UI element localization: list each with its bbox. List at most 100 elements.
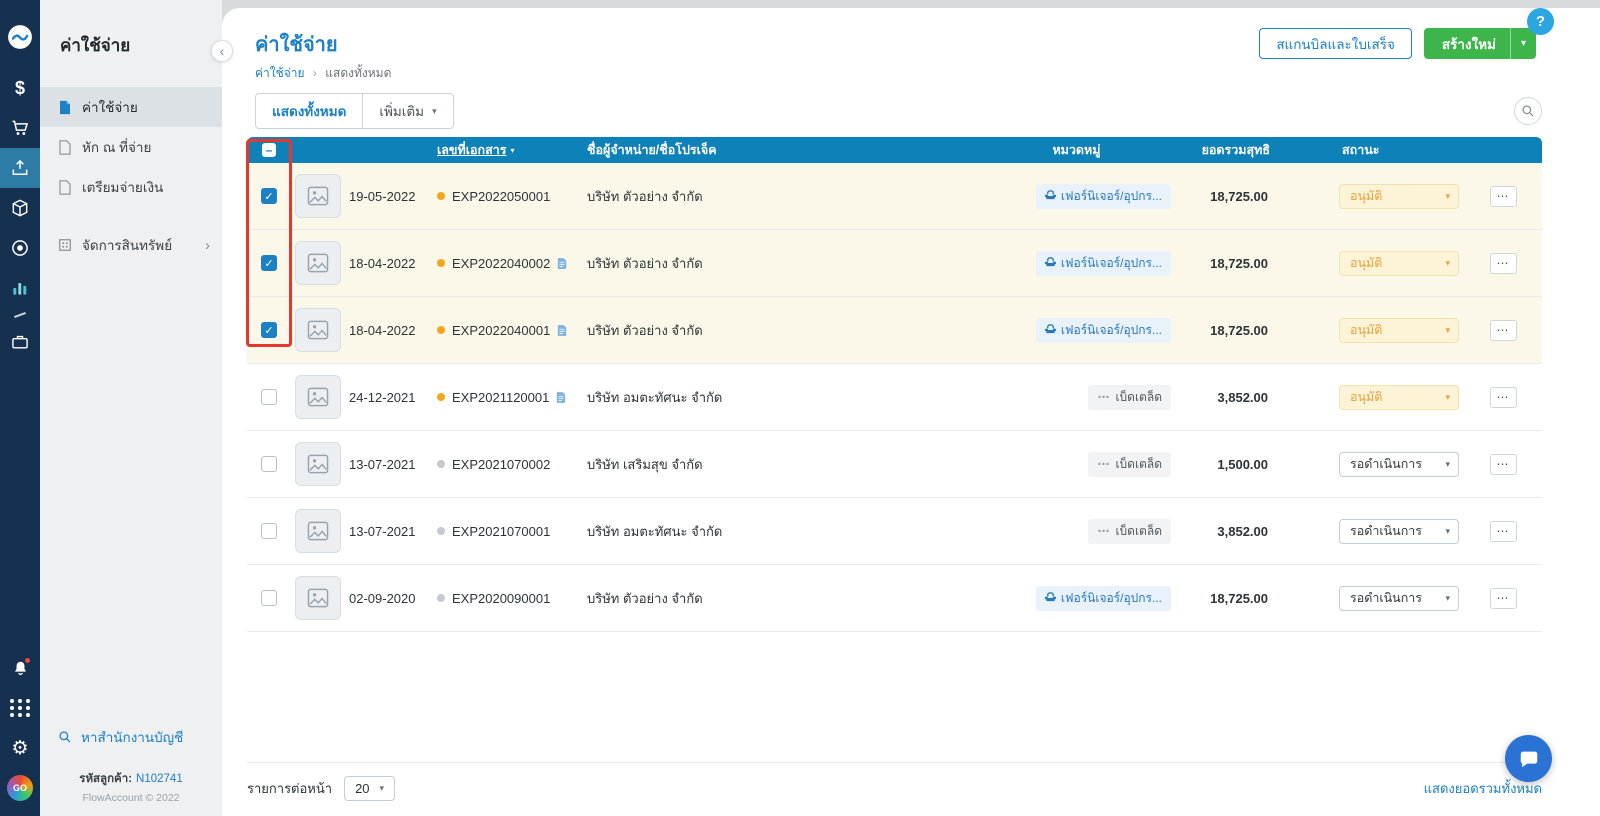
receipt-image-placeholder[interactable] (295, 576, 341, 620)
row-more-button[interactable]: ⋯ (1489, 453, 1517, 475)
row-more-button[interactable]: ⋯ (1489, 185, 1517, 207)
row-checkbox[interactable]: ✓ (261, 322, 277, 338)
status-select[interactable]: อนุมัติ ▾ (1339, 317, 1459, 343)
sidebar-item-asset-management[interactable]: จัดการสินทรัพย์ › (40, 225, 222, 265)
table-row[interactable]: 13-07-2021 EXP2021070002 บริษัท เสริมสุข… (247, 431, 1542, 498)
breadcrumb-root[interactable]: ค่าใช้จ่าย (255, 66, 305, 80)
contacts-icon[interactable] (0, 228, 40, 268)
table-row[interactable]: 13-07-2021 EXP2021070001 บริษัท อมตะทัศน… (247, 498, 1542, 565)
document-number[interactable]: EXP2021120001 (452, 390, 549, 405)
category-chip[interactable]: ⋯ เบ็ดเตล็ด (1088, 518, 1171, 544)
category-label: เฟอร์นิเจอร์/อุปกร... (1060, 590, 1162, 605)
row-more-button[interactable]: ⋯ (1489, 587, 1517, 609)
chevron-down-icon: ▾ (1445, 592, 1450, 603)
payroll-briefcase-icon[interactable] (0, 322, 40, 362)
per-page-select[interactable]: 20 ▾ (344, 776, 396, 801)
row-checkbox[interactable]: ✓ (261, 255, 277, 271)
chevron-down-icon: ▾ (1445, 190, 1450, 201)
category-label: เฟอร์นิเจอร์/อุปกร... (1060, 322, 1162, 337)
sales-icon[interactable]: $ (0, 68, 40, 108)
row-checkbox[interactable] (261, 456, 277, 472)
reports-chart-icon[interactable] (0, 268, 40, 308)
category-chip[interactable]: ⋯ เฟอร์นิเจอร์/อุปกร... (1035, 317, 1171, 343)
chat-button[interactable] (1505, 735, 1552, 782)
status-label: อนุมัติ (1350, 323, 1383, 337)
status-select[interactable]: อนุมัติ ▾ (1339, 250, 1459, 276)
receipt-image-placeholder[interactable] (295, 308, 341, 352)
content-card: ค่าใช้จ่าย ค่าใช้จ่าย › แสดงทั้งหมด สแกน… (222, 8, 1600, 816)
sidebar-item-payment-prep[interactable]: เตรียมจ่ายเงิน (40, 167, 222, 207)
customer-code: รหัสลูกค้า: N102741 (79, 773, 183, 785)
table-row[interactable]: ✓ 19-05-2022 EXP2022050001 บริษัท ตัวอย่… (247, 163, 1542, 230)
table-row[interactable]: ✓ 18-04-2022 EXP2022040002 บริษัท ตัวอย่… (247, 230, 1542, 297)
workplace-avatar[interactable]: GO (0, 768, 40, 808)
find-accountant-link[interactable]: หาสำนักงานบัญชี (40, 726, 222, 748)
document-icon (59, 179, 71, 195)
row-more-button[interactable]: ⋯ (1489, 319, 1517, 341)
status-select[interactable]: อนุมัติ ▾ (1339, 384, 1459, 410)
receipt-image-placeholder[interactable] (295, 509, 341, 553)
products-box-icon[interactable] (0, 188, 40, 228)
row-checkbox[interactable]: ✓ (261, 188, 277, 204)
sidebar-footer: หาสำนักงานบัญชี รหัสลูกค้า: N102741 FlowA… (40, 726, 222, 804)
document-number[interactable]: EXP2022040002 (452, 256, 550, 271)
flowaccount-logo-icon[interactable] (0, 14, 40, 60)
create-new-button[interactable]: สร้างใหม่ ▾ (1423, 28, 1536, 59)
document-number[interactable]: EXP2022050001 (452, 189, 550, 204)
search-button[interactable] (1514, 97, 1542, 125)
receipt-image-placeholder[interactable] (295, 375, 341, 419)
vendor-name: บริษัท ตัวอย่าง จำกัด (587, 322, 703, 338)
receipt-image-placeholder[interactable] (295, 174, 341, 218)
document-number[interactable]: EXP2020090001 (452, 591, 550, 606)
status-dot (437, 594, 445, 602)
row-checkbox[interactable] (261, 523, 277, 539)
apps-grid-icon[interactable] (0, 688, 40, 728)
furniture-icon (1044, 323, 1056, 337)
category-chip[interactable]: ⋯ เฟอร์นิเจอร์/อุปกร... (1035, 183, 1171, 209)
category-chip[interactable]: ⋯ เบ็ดเตล็ด (1088, 384, 1171, 410)
scan-bill-button[interactable]: สแกนบิลและใบเสร็จ (1259, 28, 1412, 59)
column-doc-no[interactable]: เลขที่เอกสาร ▾ (433, 140, 583, 160)
help-button[interactable]: ? (1527, 8, 1554, 35)
row-more-button[interactable]: ⋯ (1489, 252, 1517, 274)
category-chip[interactable]: ⋯ เบ็ดเตล็ด (1088, 451, 1171, 477)
status-dot (437, 259, 445, 267)
more-filters-dropdown[interactable]: เพิ่มเติม ▾ (363, 94, 452, 128)
document-number[interactable]: EXP2021070001 (452, 524, 550, 539)
filter-tabs: แสดงทั้งหมด เพิ่มเติม ▾ (255, 93, 454, 129)
status-select[interactable]: รอดำเนินการ ▾ (1339, 585, 1459, 611)
sidebar-collapse-button[interactable]: ‹ (211, 40, 233, 62)
document-number[interactable]: EXP2021070002 (452, 457, 550, 472)
table-row[interactable]: ✓ 18-04-2022 EXP2022040001 บริษัท ตัวอย่… (247, 297, 1542, 364)
select-all-checkbox[interactable]: – (262, 143, 276, 157)
status-select[interactable]: รอดำเนินการ ▾ (1339, 451, 1459, 477)
status-select[interactable]: รอดำเนินการ ▾ (1339, 518, 1459, 544)
furniture-icon (1044, 189, 1056, 203)
buy-cart-icon[interactable] (0, 108, 40, 148)
row-amount: 18,725.00 (1210, 255, 1268, 271)
tab-show-all[interactable]: แสดงทั้งหมด (256, 94, 364, 128)
notifications-bell-icon[interactable] (0, 648, 40, 688)
expenses-icon[interactable] (0, 148, 40, 188)
category-label: เฟอร์นิเจอร์/อุปกร... (1060, 188, 1162, 203)
settings-gear-icon[interactable]: ⚙ (0, 728, 40, 768)
row-more-button[interactable]: ⋯ (1489, 386, 1517, 408)
status-select[interactable]: อนุมัติ ▾ (1339, 183, 1459, 209)
category-chip[interactable]: ⋯ เฟอร์นิเจอร์/อุปกร... (1035, 585, 1171, 611)
row-checkbox[interactable] (261, 590, 277, 606)
rail-divider (14, 312, 26, 318)
row-checkbox[interactable] (261, 389, 277, 405)
photo-icon (307, 521, 329, 541)
chevron-down-icon: ▾ (379, 783, 385, 793)
sidebar-item-withholding-tax[interactable]: หัก ณ ที่จ่าย (40, 127, 222, 167)
sidebar-item-expenses[interactable]: ค่าใช้จ่าย (40, 87, 222, 127)
table-row[interactable]: 24-12-2021 EXP2021120001 บริษัท อมตะทัศน… (247, 364, 1542, 431)
table-row[interactable]: 02-09-2020 EXP2020090001 บริษัท ตัวอย่าง… (247, 565, 1542, 632)
receipt-image-placeholder[interactable] (295, 442, 341, 486)
category-chip[interactable]: ⋯ เฟอร์นิเจอร์/อุปกร... (1035, 250, 1171, 276)
furniture-icon (1044, 591, 1056, 605)
row-date: 13-07-2021 (349, 456, 416, 472)
row-more-button[interactable]: ⋯ (1489, 520, 1517, 542)
document-number[interactable]: EXP2022040001 (452, 323, 550, 338)
receipt-image-placeholder[interactable] (295, 241, 341, 285)
